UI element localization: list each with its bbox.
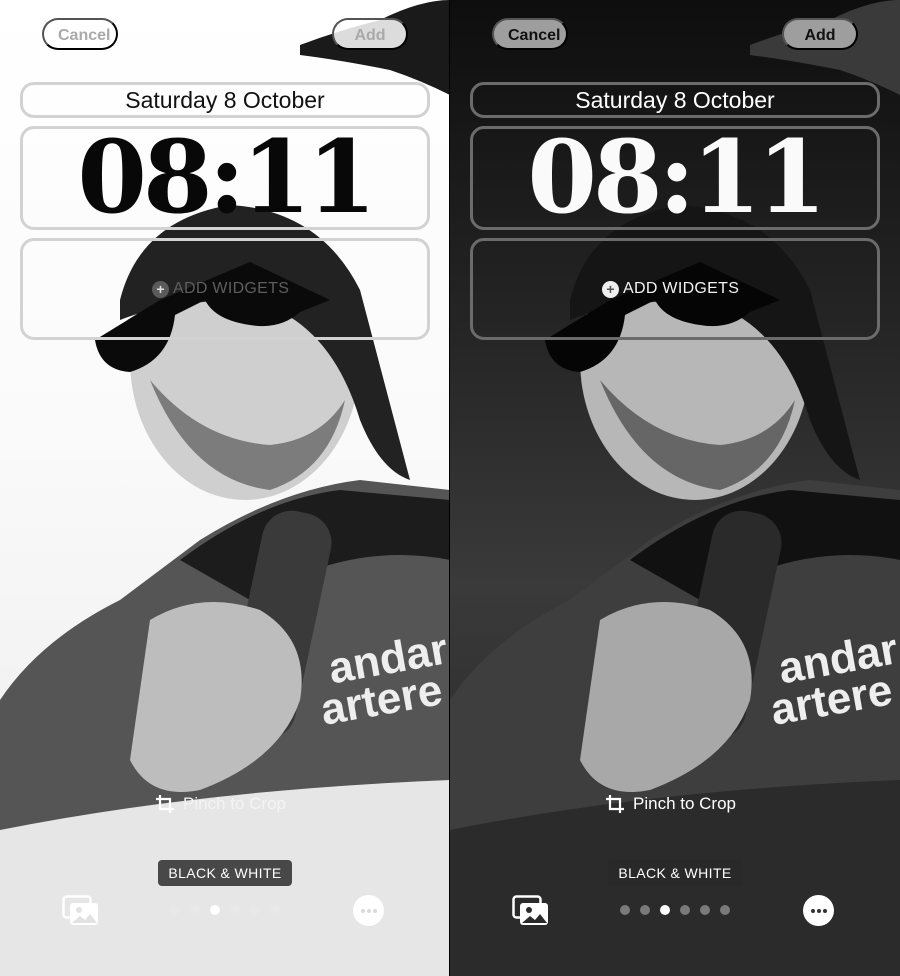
add-button[interactable]: Add: [332, 18, 408, 50]
page-dot[interactable]: [620, 905, 630, 915]
photo-library-icon: [62, 895, 98, 925]
more-options-button[interactable]: [803, 895, 834, 926]
page-dot[interactable]: [680, 905, 690, 915]
photo-library-icon: [512, 895, 548, 925]
pinch-to-crop-hint: Pinch to Crop: [155, 792, 286, 816]
pinch-to-crop-label: Pinch to Crop: [633, 794, 736, 813]
add-widgets-button[interactable]: + ADD WIDGETS: [602, 278, 739, 300]
add-widgets-label: ADD WIDGETS: [173, 280, 290, 297]
cancel-button[interactable]: Cancel: [42, 18, 118, 50]
crop-icon: [156, 795, 174, 813]
lock-screen-time: 08:11: [527, 118, 826, 236]
wallpaper-page-indicator[interactable]: [170, 905, 280, 915]
cancel-button[interactable]: Cancel: [492, 18, 568, 50]
ellipsis-icon: [360, 908, 365, 913]
page-dot[interactable]: [720, 905, 730, 915]
photo-library-button[interactable]: [512, 895, 550, 927]
lock-screen-time: 08:11: [77, 118, 376, 236]
lock-screen-date: Saturday 8 October: [575, 87, 775, 113]
pinch-to-crop-label: Pinch to Crop: [183, 794, 286, 813]
page-dot-active[interactable]: [660, 905, 670, 915]
add-widgets-label: ADD WIDGETS: [623, 280, 740, 297]
crop-icon: [606, 795, 624, 813]
filter-name-label: BLACK & WHITE: [158, 860, 292, 886]
plus-circle-icon: +: [602, 280, 619, 298]
page-dot[interactable]: [170, 905, 180, 915]
page-dot[interactable]: [190, 905, 200, 915]
add-widgets-button[interactable]: + ADD WIDGETS: [152, 278, 289, 300]
plus-circle-icon: +: [152, 280, 169, 298]
ellipsis-dot: [366, 908, 371, 913]
page-dot-active[interactable]: [210, 905, 220, 915]
add-button[interactable]: Add: [782, 18, 858, 50]
ellipsis-dot: [822, 908, 827, 913]
lock-screen-date: Saturday 8 October: [125, 87, 325, 113]
wallpaper-editor-light: andar artere Cancel Add Saturday 8 Octob…: [0, 0, 450, 976]
pinch-to-crop-hint: Pinch to Crop: [605, 792, 736, 816]
photo-library-button[interactable]: [62, 895, 100, 927]
wallpaper-page-indicator[interactable]: [620, 905, 730, 915]
wallpaper-editor-dark: andar artere Cancel Add Saturday 8 Octob…: [450, 0, 900, 976]
ellipsis-dot: [372, 908, 377, 913]
page-dot[interactable]: [230, 905, 240, 915]
filter-name-label: BLACK & WHITE: [608, 860, 742, 886]
more-options-button[interactable]: [353, 895, 384, 926]
page-dot[interactable]: [640, 905, 650, 915]
page-dot[interactable]: [700, 905, 710, 915]
page-dot[interactable]: [250, 905, 260, 915]
ellipsis-icon: [810, 908, 815, 913]
ellipsis-dot: [816, 908, 821, 913]
page-dot[interactable]: [270, 905, 280, 915]
